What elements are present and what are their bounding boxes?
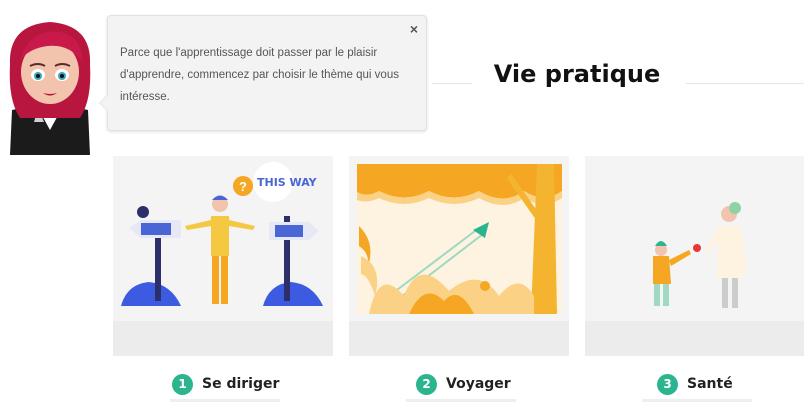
signpost-illustration: ? THIS WAY [121,162,323,306]
title-divider-right [686,83,804,84]
assistant-avatar [9,22,91,155]
card-label-se-diriger[interactable]: 1 Se diriger [172,372,279,396]
card-title-2: Voyager [446,376,511,392]
card-subtext-stub-1 [170,399,280,402]
travel-illustration [357,164,562,314]
card-subtext-stub-3 [642,399,752,402]
assistant-tooltip: × Parce que l'apprentissage doit passer … [99,15,427,131]
card-title-1: Se diriger [202,376,280,392]
page-title: Vie pratique [493,60,661,88]
card-number-1: 1 [172,373,193,395]
theme-card-sante[interactable] [585,156,804,356]
theme-card-se-diriger[interactable]: ? THIS WAY [113,156,333,356]
card-title-3: Santé [687,376,733,392]
health-illustration [653,202,747,308]
card-number-2: 2 [416,373,437,395]
tooltip-text: Parce que l'apprentissage doit passer pa… [120,47,399,103]
question-mark: ? [239,179,247,194]
card-subtext-stub-2 [406,399,516,402]
card-label-voyager[interactable]: 2 Voyager [416,372,511,396]
theme-card-voyager[interactable] [349,156,569,356]
close-icon[interactable]: × [410,21,418,37]
title-divider-left [432,83,472,84]
card-number-3: 3 [657,373,678,395]
card-label-sante[interactable]: 3 Santé [657,372,733,396]
sign-text: THIS WAY [257,176,318,189]
